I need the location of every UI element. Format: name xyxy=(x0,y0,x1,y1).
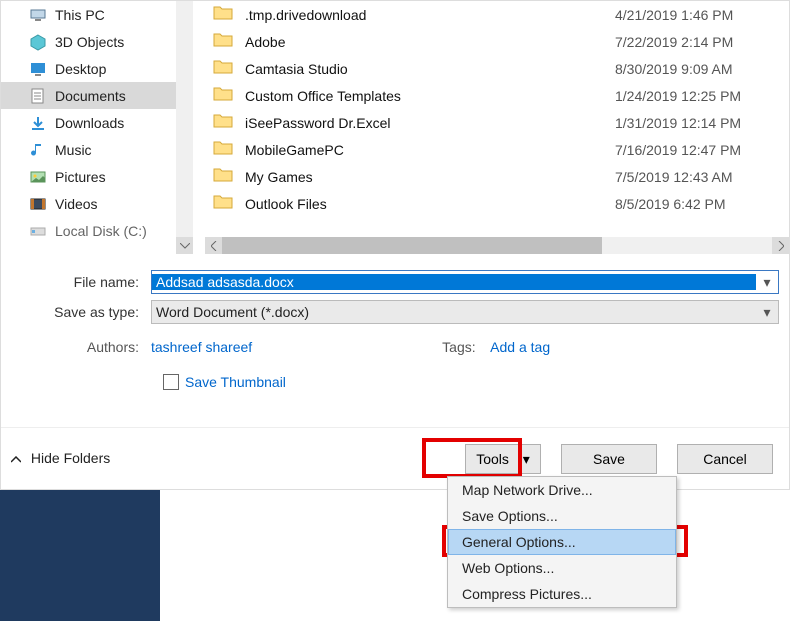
nav-label: Pictures xyxy=(55,169,106,185)
tools-button[interactable]: Tools ▾ xyxy=(465,444,541,474)
file-name: My Games xyxy=(245,169,615,185)
desktop-icon xyxy=(29,60,47,78)
file-name: iSeePassword Dr.Excel xyxy=(245,115,615,131)
pictures-icon xyxy=(29,168,47,186)
file-date: 8/30/2019 9:09 AM xyxy=(615,61,789,77)
folder-icon xyxy=(213,166,235,188)
file-name: .tmp.drivedownload xyxy=(245,7,615,23)
nav-item-pictures[interactable]: Pictures xyxy=(1,163,192,190)
nav-label: Desktop xyxy=(55,61,106,77)
tools-menu: Map Network Drive... Save Options... Gen… xyxy=(447,476,677,608)
nav-item-music[interactable]: Music xyxy=(1,136,192,163)
nav-label: Documents xyxy=(55,88,126,104)
nav-label: Downloads xyxy=(55,115,124,131)
nav-item-videos[interactable]: Videos xyxy=(1,190,192,217)
menu-item-map-network-drive[interactable]: Map Network Drive... xyxy=(448,477,676,503)
scroll-left-icon[interactable] xyxy=(205,237,222,254)
saveastype-select[interactable]: Word Document (*.docx) ▾ xyxy=(151,300,779,324)
form-area: File name: Addsad adsasda.docx ▾ Save as… xyxy=(1,261,789,397)
hide-label: Hide Folders xyxy=(31,450,110,466)
menu-item-save-options[interactable]: Save Options... xyxy=(448,503,676,529)
folder-icon xyxy=(213,193,235,215)
dialog-window: This PC 3D Objects Desktop Documents Dow… xyxy=(0,0,790,490)
chevron-up-icon xyxy=(11,450,21,466)
save-thumbnail-checkbox[interactable] xyxy=(163,374,179,390)
authors-value[interactable]: tashreef shareef xyxy=(151,339,252,355)
tags-label: Tags: xyxy=(442,339,482,355)
saveastype-label: Save as type: xyxy=(11,304,151,320)
file-name: MobileGamePC xyxy=(245,142,615,158)
authors-label: Authors: xyxy=(11,339,151,355)
file-date: 4/21/2019 1:46 PM xyxy=(615,7,789,23)
download-icon xyxy=(29,114,47,132)
tools-label: Tools xyxy=(476,451,509,467)
nav-label: Videos xyxy=(55,196,98,212)
nav-item-downloads[interactable]: Downloads xyxy=(1,109,192,136)
menu-item-compress-pictures[interactable]: Compress Pictures... xyxy=(448,581,676,607)
folder-icon xyxy=(213,139,235,161)
filename-label: File name: xyxy=(11,274,151,290)
scroll-right-icon[interactable] xyxy=(772,237,789,254)
file-scrollbar-h[interactable] xyxy=(205,237,789,254)
videos-icon xyxy=(29,195,47,213)
menu-item-web-options[interactable]: Web Options... xyxy=(448,555,676,581)
file-row[interactable]: Custom Office Templates 1/24/2019 12:25 … xyxy=(193,82,789,109)
folder-icon xyxy=(213,112,235,134)
file-date: 7/5/2019 12:43 AM xyxy=(615,169,789,185)
filename-input[interactable]: Addsad adsasda.docx ▾ xyxy=(151,270,779,294)
file-date: 1/31/2019 12:14 PM xyxy=(615,115,789,131)
nav-item-desktop[interactable]: Desktop xyxy=(1,55,192,82)
nav-item-local-disk[interactable]: Local Disk (C:) xyxy=(1,217,192,244)
nav-item-3d-objects[interactable]: 3D Objects xyxy=(1,28,192,55)
save-button[interactable]: Save xyxy=(561,444,657,474)
saveastype-value: Word Document (*.docx) xyxy=(152,304,756,320)
nav-scrollbar[interactable] xyxy=(176,1,193,254)
nav-label: Local Disk (C:) xyxy=(55,223,147,239)
file-row[interactable]: Camtasia Studio 8/30/2019 9:09 AM xyxy=(193,55,789,82)
file-name: Adobe xyxy=(245,34,615,50)
doc-icon xyxy=(29,87,47,105)
folder-icon xyxy=(213,31,235,53)
disk-icon xyxy=(29,222,47,240)
nav-tree: This PC 3D Objects Desktop Documents Dow… xyxy=(1,1,193,254)
file-date: 7/22/2019 2:14 PM xyxy=(615,34,789,50)
file-date: 7/16/2019 12:47 PM xyxy=(615,142,789,158)
cube-icon xyxy=(29,33,47,51)
file-date: 1/24/2019 12:25 PM xyxy=(615,88,789,104)
nav-item-this-pc[interactable]: This PC xyxy=(1,1,192,28)
cancel-button[interactable]: Cancel xyxy=(677,444,773,474)
nav-label: 3D Objects xyxy=(55,34,124,50)
folder-icon xyxy=(213,85,235,107)
file-row[interactable]: Outlook Files 8/5/2019 6:42 PM xyxy=(193,190,789,217)
nav-item-documents[interactable]: Documents xyxy=(1,82,192,109)
nav-label: Music xyxy=(55,142,92,158)
file-date: 8/5/2019 6:42 PM xyxy=(615,196,789,212)
file-name: Custom Office Templates xyxy=(245,88,615,104)
file-name: Camtasia Studio xyxy=(245,61,615,77)
scroll-down-icon[interactable] xyxy=(176,237,193,254)
menu-item-general-options[interactable]: General Options... xyxy=(448,529,676,555)
file-row[interactable]: Adobe 7/22/2019 2:14 PM xyxy=(193,28,789,55)
file-list: .tmp.drivedownload 4/21/2019 1:46 PM Ado… xyxy=(193,1,789,237)
file-row[interactable]: .tmp.drivedownload 4/21/2019 1:46 PM xyxy=(193,1,789,28)
file-row[interactable]: MobileGamePC 7/16/2019 12:47 PM xyxy=(193,136,789,163)
folder-icon xyxy=(213,58,235,80)
chevron-down-icon[interactable]: ▾ xyxy=(756,274,778,291)
nav-label: This PC xyxy=(55,7,105,23)
scroll-thumb[interactable] xyxy=(222,237,602,254)
tags-value[interactable]: Add a tag xyxy=(490,339,550,355)
folder-icon xyxy=(213,4,235,26)
hide-folders-button[interactable]: Hide Folders xyxy=(11,450,110,466)
chevron-down-icon[interactable]: ▾ xyxy=(756,304,778,321)
file-name: Outlook Files xyxy=(245,196,615,212)
background-strip xyxy=(0,490,160,621)
chevron-down-icon: ▾ xyxy=(523,445,530,473)
file-row[interactable]: My Games 7/5/2019 12:43 AM xyxy=(193,163,789,190)
file-row[interactable]: iSeePassword Dr.Excel 1/31/2019 12:14 PM xyxy=(193,109,789,136)
music-icon xyxy=(29,141,47,159)
save-thumbnail-label[interactable]: Save Thumbnail xyxy=(185,374,286,390)
filename-value: Addsad adsasda.docx xyxy=(152,274,756,290)
pc-icon xyxy=(29,6,47,24)
